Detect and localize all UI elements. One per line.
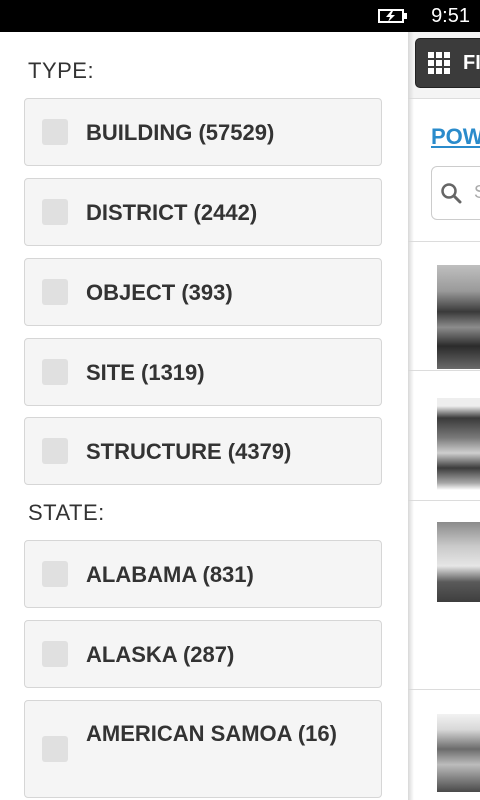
result-thumbnail[interactable] bbox=[437, 714, 480, 792]
filter-item-alaska[interactable]: ALASKA (287) bbox=[24, 620, 382, 688]
checkbox[interactable] bbox=[42, 736, 68, 762]
checkbox[interactable] bbox=[42, 641, 68, 667]
filter-panel: TYPE: BUILDING (57529) DISTRICT (2442) O… bbox=[0, 32, 408, 800]
checkbox[interactable] bbox=[42, 279, 68, 305]
filter-item-label: BUILDING (57529) bbox=[86, 120, 275, 145]
filter-item-label: ALASKA (287) bbox=[86, 642, 235, 667]
filter-item-label: OBJECT (393) bbox=[86, 280, 233, 305]
search-input[interactable]: S bbox=[431, 166, 480, 220]
result-thumbnail[interactable] bbox=[437, 265, 480, 369]
filter-item-label: SITE (1319) bbox=[86, 360, 205, 385]
filter-item-district[interactable]: DISTRICT (2442) bbox=[24, 178, 382, 246]
panel-shadow bbox=[408, 32, 414, 800]
clock: 9:51 bbox=[431, 5, 470, 27]
checkbox[interactable] bbox=[42, 438, 68, 464]
result-thumbnail[interactable] bbox=[437, 522, 480, 602]
filter-item-building[interactable]: BUILDING (57529) bbox=[24, 98, 382, 166]
filter-item-site[interactable]: SITE (1319) bbox=[24, 338, 382, 406]
divider bbox=[408, 241, 480, 242]
divider bbox=[408, 500, 480, 501]
powered-by-link[interactable]: POW bbox=[431, 124, 480, 150]
filter-item-label: AMERICAN SAMOA (16) bbox=[86, 721, 337, 746]
checkbox[interactable] bbox=[42, 359, 68, 385]
search-icon bbox=[441, 183, 462, 204]
filter-item-alabama[interactable]: ALABAMA (831) bbox=[24, 540, 382, 608]
filter-item-structure[interactable]: STRUCTURE (4379) bbox=[24, 417, 382, 485]
result-thumbnail[interactable] bbox=[437, 398, 480, 498]
filter-item-label: ALABAMA (831) bbox=[86, 562, 254, 587]
filter-button[interactable]: FI bbox=[415, 38, 480, 88]
filter-item-american-samoa[interactable]: AMERICAN SAMOA (16) bbox=[24, 700, 382, 798]
divider bbox=[408, 370, 480, 371]
checkbox[interactable] bbox=[42, 561, 68, 587]
filter-item-object[interactable]: OBJECT (393) bbox=[24, 258, 382, 326]
search-placeholder: S bbox=[474, 182, 480, 203]
results-toolbar: FI bbox=[408, 32, 480, 99]
battery-charging-icon bbox=[378, 9, 407, 23]
state-section-label: STATE: bbox=[28, 500, 105, 525]
status-bar: 9:51 bbox=[0, 0, 480, 32]
divider bbox=[408, 689, 480, 690]
filter-item-label: DISTRICT (2442) bbox=[86, 200, 258, 225]
results-pane: FI POW S bbox=[408, 32, 480, 800]
type-section-label: TYPE: bbox=[28, 58, 95, 83]
checkbox[interactable] bbox=[42, 119, 68, 145]
grid-icon bbox=[428, 52, 450, 74]
filter-button-label: FI bbox=[463, 52, 480, 74]
checkbox[interactable] bbox=[42, 199, 68, 225]
filter-item-label: STRUCTURE (4379) bbox=[86, 439, 292, 464]
